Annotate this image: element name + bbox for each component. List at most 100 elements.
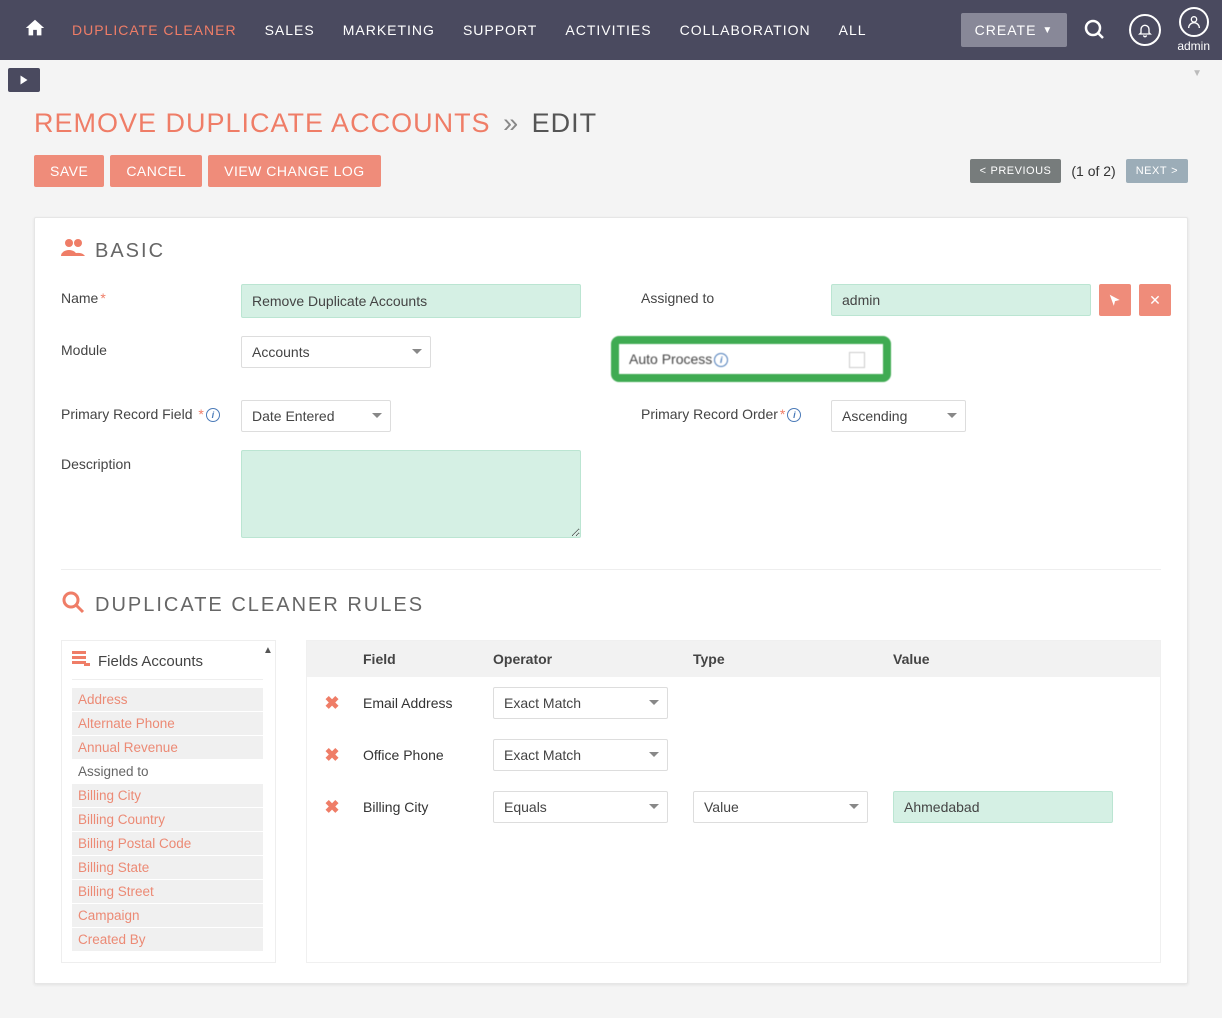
- rules-table-header: Field Operator Type Value: [307, 641, 1160, 677]
- user-menu[interactable]: admin: [1177, 7, 1210, 53]
- home-icon[interactable]: [12, 17, 58, 44]
- rule-operator-select[interactable]: Equals: [493, 791, 668, 823]
- field-item[interactable]: Address: [72, 688, 263, 711]
- nav-item-collaboration[interactable]: COLLABORATION: [666, 22, 825, 38]
- assigned-to-label: Assigned to: [641, 284, 831, 306]
- col-value: Value: [887, 651, 1160, 667]
- nav-item-duplicate-cleaner[interactable]: DUPLICATE CLEANER: [58, 22, 251, 38]
- rule-field-label: Billing City: [357, 799, 487, 815]
- divider: [61, 569, 1161, 570]
- field-item[interactable]: Created By: [72, 928, 263, 951]
- basic-heading: BASIC: [95, 240, 165, 263]
- auto-process-checkbox[interactable]: [849, 352, 865, 368]
- description-textarea[interactable]: [241, 450, 581, 538]
- top-nav: DUPLICATE CLEANERSALESMARKETINGSUPPORTAC…: [0, 0, 1222, 60]
- user-icon: [1179, 7, 1209, 37]
- clear-user-button[interactable]: ✕: [1139, 284, 1171, 316]
- auto-process-label: Auto Processi: [629, 351, 728, 367]
- nav-item-marketing[interactable]: MARKETING: [329, 22, 449, 38]
- rule-field-label: Email Address: [357, 695, 487, 711]
- col-field: Field: [357, 651, 487, 667]
- rules-heading: DUPLICATE CLEANER RULES: [95, 594, 424, 617]
- create-button[interactable]: CREATE ▼: [961, 13, 1068, 47]
- quicknav-button[interactable]: [8, 68, 40, 92]
- view-change-log-button[interactable]: VIEW CHANGE LOG: [208, 155, 381, 187]
- fields-panel-title: Fields Accounts: [98, 653, 203, 670]
- rule-row: ✖Email Address Exact Match: [307, 677, 1160, 729]
- people-icon: [61, 238, 85, 264]
- delete-rule-icon[interactable]: ✖: [307, 797, 357, 818]
- rule-row: ✖Office Phone Exact Match: [307, 729, 1160, 781]
- nav-item-all[interactable]: ALL: [825, 22, 881, 38]
- rule-row: ✖Billing City Equals Value: [307, 781, 1160, 833]
- primary-field-select[interactable]: Date Entered: [241, 400, 391, 432]
- pick-user-button[interactable]: [1099, 284, 1131, 316]
- next-label: NEXT: [1136, 165, 1167, 177]
- field-item[interactable]: Billing City: [72, 784, 263, 807]
- pager-text: (1 of 2): [1071, 163, 1115, 179]
- field-item[interactable]: Campaign: [72, 904, 263, 927]
- field-item[interactable]: Assigned to: [72, 760, 263, 783]
- nav-item-activities[interactable]: ACTIVITIES: [551, 22, 665, 38]
- delete-rule-icon[interactable]: ✖: [307, 693, 357, 714]
- primary-order-label: Primary Record Order*i: [641, 400, 831, 422]
- cancel-button[interactable]: CANCEL: [110, 155, 202, 187]
- nav-item-support[interactable]: SUPPORT: [449, 22, 551, 38]
- info-icon[interactable]: i: [714, 353, 728, 367]
- name-label: Name*: [61, 284, 241, 306]
- user-label: admin: [1177, 39, 1210, 53]
- rule-value-input[interactable]: [893, 791, 1113, 823]
- page-title: REMOVE DUPLICATE ACCOUNTS » EDIT: [34, 108, 1188, 139]
- scroll-up-icon[interactable]: ▲: [263, 645, 273, 656]
- delete-rule-icon[interactable]: ✖: [307, 745, 357, 766]
- field-item[interactable]: Billing Postal Code: [72, 832, 263, 855]
- module-select[interactable]: Accounts: [241, 336, 431, 368]
- create-label: CREATE: [975, 22, 1037, 38]
- action-row: SAVE CANCEL VIEW CHANGE LOG < PREVIOUS (…: [34, 155, 1188, 187]
- col-type: Type: [687, 651, 887, 667]
- previous-button[interactable]: < PREVIOUS: [970, 159, 1062, 183]
- title-separator: »: [503, 108, 519, 138]
- primary-order-select[interactable]: Ascending: [831, 400, 966, 432]
- chevron-down-icon[interactable]: ▼: [1192, 68, 1202, 79]
- form-panel: BASIC Name* Assigned to ✕ Module Account…: [34, 217, 1188, 984]
- field-item[interactable]: Billing Country: [72, 808, 263, 831]
- fields-panel-header: Fields Accounts: [72, 651, 263, 680]
- caret-down-icon: ▼: [1042, 25, 1053, 36]
- auto-process-highlight: Auto Processi: [611, 336, 891, 382]
- fields-panel: ▲ Fields Accounts AddressAlternate Phone…: [61, 640, 276, 963]
- info-icon[interactable]: i: [206, 408, 220, 422]
- field-item[interactable]: Billing Street: [72, 880, 263, 903]
- assigned-to-input[interactable]: [831, 284, 1091, 316]
- info-icon[interactable]: i: [787, 408, 801, 422]
- description-label: Description: [61, 450, 241, 472]
- primary-field-label: Primary Record Field *i: [61, 400, 241, 422]
- notifications-icon[interactable]: [1123, 8, 1167, 52]
- rules-table: Field Operator Type Value ✖Email Address…: [306, 640, 1161, 963]
- chevron-right-icon: >: [1171, 165, 1178, 177]
- module-label: Module: [61, 336, 241, 358]
- previous-label: PREVIOUS: [991, 165, 1052, 177]
- col-operator: Operator: [487, 651, 687, 667]
- search-icon[interactable]: [1077, 12, 1113, 48]
- search-icon: [61, 590, 85, 620]
- list-icon: [72, 651, 90, 671]
- rules-section-title: DUPLICATE CLEANER RULES: [61, 590, 1161, 620]
- rule-operator-select[interactable]: Exact Match: [493, 687, 668, 719]
- next-button[interactable]: NEXT >: [1126, 159, 1188, 183]
- rule-operator-select[interactable]: Exact Match: [493, 739, 668, 771]
- nav-item-sales[interactable]: SALES: [251, 22, 329, 38]
- chevron-left-icon: <: [980, 165, 987, 177]
- name-input[interactable]: [241, 284, 581, 318]
- basic-section-title: BASIC: [61, 238, 1161, 264]
- field-item[interactable]: Billing State: [72, 856, 263, 879]
- title-main: REMOVE DUPLICATE ACCOUNTS: [34, 108, 491, 138]
- field-list: AddressAlternate PhoneAnnual RevenueAssi…: [72, 688, 263, 951]
- field-item[interactable]: Annual Revenue: [72, 736, 263, 759]
- rule-type-select[interactable]: Value: [693, 791, 868, 823]
- field-item[interactable]: Alternate Phone: [72, 712, 263, 735]
- quicknav-strip: [0, 60, 1222, 92]
- rule-field-label: Office Phone: [357, 747, 487, 763]
- save-button[interactable]: SAVE: [34, 155, 104, 187]
- title-sub: EDIT: [532, 108, 598, 138]
